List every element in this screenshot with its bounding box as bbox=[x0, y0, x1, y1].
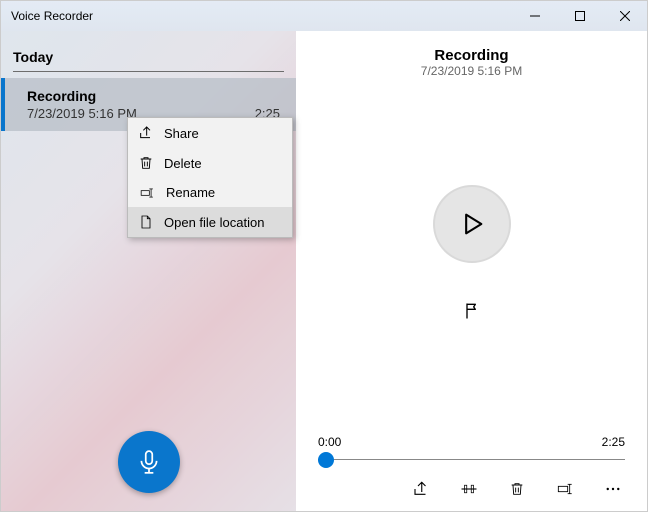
more-icon bbox=[604, 480, 622, 498]
player-center bbox=[312, 78, 631, 435]
toolbar-more-button[interactable] bbox=[603, 479, 623, 499]
toolbar-share-button[interactable] bbox=[411, 479, 431, 499]
file-location-icon bbox=[138, 214, 154, 230]
record-button[interactable] bbox=[118, 431, 180, 493]
context-label: Delete bbox=[164, 156, 202, 171]
context-open-file-location[interactable]: Open file location bbox=[128, 207, 292, 237]
maximize-button[interactable] bbox=[557, 1, 602, 31]
player-title: Recording bbox=[434, 47, 508, 64]
player-subtitle: 7/23/2019 5:16 PM bbox=[421, 64, 522, 78]
toolbar-delete-button[interactable] bbox=[507, 479, 527, 499]
scrubber-thumb[interactable] bbox=[318, 452, 334, 468]
toolbar-trim-button[interactable] bbox=[459, 479, 479, 499]
minimize-button[interactable] bbox=[512, 1, 557, 31]
rename-icon bbox=[555, 481, 575, 497]
recording-name: Recording bbox=[27, 88, 280, 104]
microphone-icon bbox=[136, 449, 162, 475]
player-panel: Recording 7/23/2019 5:16 PM 0:00 2:2 bbox=[296, 31, 647, 511]
timeline: 0:00 2:25 bbox=[312, 435, 631, 469]
scrubber-track bbox=[318, 459, 625, 460]
context-label: Share bbox=[164, 126, 199, 141]
time-end: 2:25 bbox=[602, 435, 625, 449]
recordings-sidebar: Today Recording 7/23/2019 5:16 PM 2:25 bbox=[1, 31, 296, 511]
app-body: Today Recording 7/23/2019 5:16 PM 2:25 R bbox=[1, 31, 647, 511]
context-label: Open file location bbox=[164, 215, 264, 230]
close-icon bbox=[620, 11, 630, 21]
close-button[interactable] bbox=[602, 1, 647, 31]
share-icon bbox=[412, 480, 430, 498]
play-button[interactable] bbox=[433, 185, 511, 263]
context-label: Rename bbox=[166, 185, 215, 200]
maximize-icon bbox=[575, 11, 585, 21]
window-buttons bbox=[512, 1, 647, 31]
context-rename[interactable]: Rename bbox=[128, 178, 292, 207]
flag-button[interactable] bbox=[454, 293, 490, 329]
toolbar-rename-button[interactable] bbox=[555, 479, 575, 499]
share-icon bbox=[138, 125, 154, 141]
play-icon bbox=[458, 210, 486, 238]
trim-icon bbox=[459, 480, 479, 498]
minimize-icon bbox=[530, 11, 540, 21]
trash-icon bbox=[509, 480, 525, 498]
context-menu: Share Delete Rename Open file location bbox=[127, 117, 293, 238]
time-start: 0:00 bbox=[318, 435, 341, 449]
rename-icon bbox=[138, 186, 156, 200]
titlebar: Voice Recorder bbox=[1, 1, 647, 31]
app-title: Voice Recorder bbox=[11, 9, 93, 23]
recording-datetime: 7/23/2019 5:16 PM bbox=[27, 106, 137, 121]
player-toolbar bbox=[312, 469, 631, 501]
scrubber[interactable] bbox=[318, 451, 625, 469]
flag-icon bbox=[462, 301, 482, 321]
section-header: Today bbox=[1, 31, 296, 69]
context-share[interactable]: Share bbox=[128, 118, 292, 148]
trash-icon bbox=[138, 155, 154, 171]
divider bbox=[13, 71, 284, 72]
app-window: Voice Recorder Today Recording 7/23/2019… bbox=[0, 0, 648, 512]
context-delete[interactable]: Delete bbox=[128, 148, 292, 178]
